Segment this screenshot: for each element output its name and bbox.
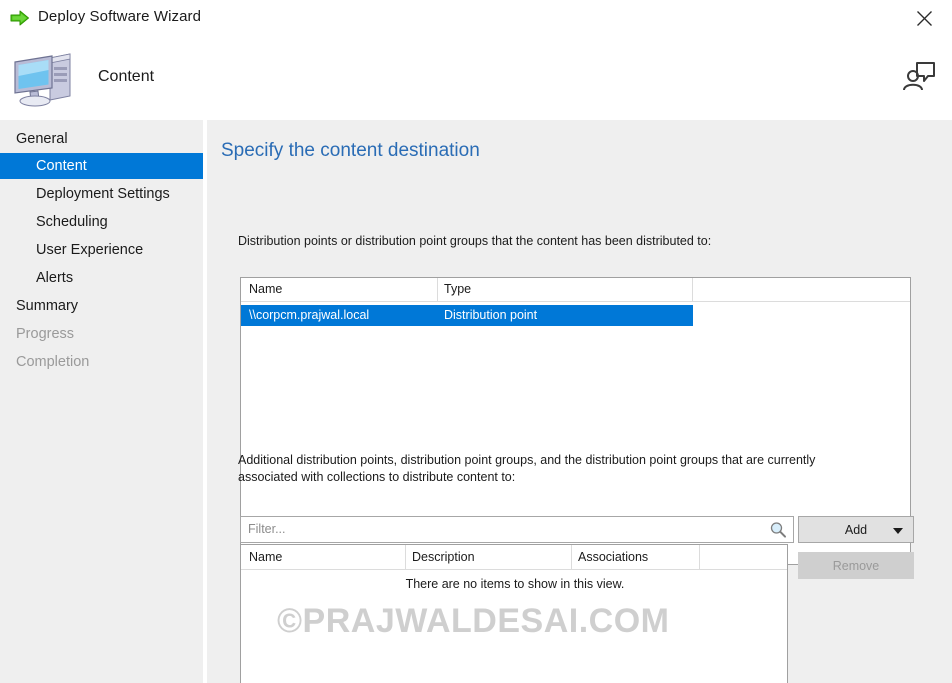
wizard-body: General Content Deployment Settings Sche… — [0, 120, 952, 683]
sidebar-item-user-experience[interactable]: User Experience — [0, 237, 203, 263]
sidebar-item-summary[interactable]: Summary — [0, 293, 203, 319]
sidebar-item-deployment-settings[interactable]: Deployment Settings — [0, 181, 203, 207]
add-button[interactable]: Add — [798, 516, 914, 543]
filter-placeholder: Filter... — [248, 522, 286, 536]
search-icon[interactable] — [769, 521, 787, 539]
cell-type: Distribution point — [444, 308, 538, 322]
sidebar-item-label: Content — [36, 158, 87, 174]
column-divider — [571, 545, 572, 570]
sidebar-item-alerts[interactable]: Alerts — [0, 265, 203, 291]
close-icon[interactable] — [904, 4, 944, 32]
green-right-arrow-icon — [10, 9, 30, 27]
column-divider — [699, 545, 700, 570]
column-divider — [405, 545, 406, 570]
page-title: Content — [98, 68, 155, 85]
additional-points-label: Additional distribution points, distribu… — [238, 453, 816, 484]
sidebar-item-label: Scheduling — [36, 214, 108, 230]
user-feedback-icon[interactable] — [902, 60, 936, 92]
column-header-description[interactable]: Description — [412, 550, 475, 564]
sidebar-item-scheduling[interactable]: Scheduling — [0, 209, 203, 235]
table-header-row: Name Type — [241, 278, 910, 302]
computer-icon — [12, 50, 78, 108]
column-divider — [692, 278, 693, 302]
chevron-down-icon — [893, 528, 903, 534]
window-title: Deploy Software Wizard — [38, 8, 202, 25]
sidebar-item-label: Deployment Settings — [36, 186, 170, 202]
content-heading: Specify the content destination — [221, 140, 480, 161]
sidebar-item-label: Alerts — [36, 270, 74, 286]
column-header-name[interactable]: Name — [249, 550, 282, 564]
add-button-label: Add — [844, 522, 868, 537]
distributed-to-label: Distribution points or distribution poin… — [238, 234, 712, 248]
sidebar-item-label: Summary — [16, 298, 79, 314]
remove-button: Remove — [798, 552, 914, 579]
cell-name: \\corpcm.prajwal.local — [249, 308, 370, 322]
empty-state-message: There are no items to show in this view. — [405, 577, 625, 591]
sidebar-item-general[interactable]: General — [0, 126, 203, 152]
sidebar-item-progress: Progress — [0, 321, 203, 347]
sidebar-item-label: General — [16, 131, 68, 147]
table-row[interactable]: \\corpcm.prajwal.local Distribution poin… — [241, 305, 693, 326]
filter-input[interactable]: Filter... — [240, 516, 794, 543]
title-bar: Deploy Software Wizard — [0, 0, 952, 36]
column-header-associations[interactable]: Associations — [578, 550, 648, 564]
sidebar-item-label: Completion — [16, 354, 90, 370]
column-header-name[interactable]: Name — [249, 282, 282, 296]
additional-points-table[interactable]: Name Description Associations There are … — [240, 544, 788, 683]
sidebar-item-label: Progress — [16, 326, 75, 342]
table-header-row: Name Description Associations — [241, 545, 787, 570]
column-divider — [437, 278, 438, 302]
sidebar-item-completion: Completion — [0, 349, 203, 375]
column-header-type[interactable]: Type — [444, 282, 471, 296]
sidebar: General Content Deployment Settings Sche… — [0, 120, 203, 683]
wizard-header: Content — [0, 36, 952, 120]
sidebar-item-content[interactable]: Content — [0, 153, 203, 179]
remove-button-label: Remove — [832, 558, 880, 573]
sidebar-item-label: User Experience — [36, 242, 144, 258]
main-content: Specify the content destination Distribu… — [207, 120, 952, 683]
